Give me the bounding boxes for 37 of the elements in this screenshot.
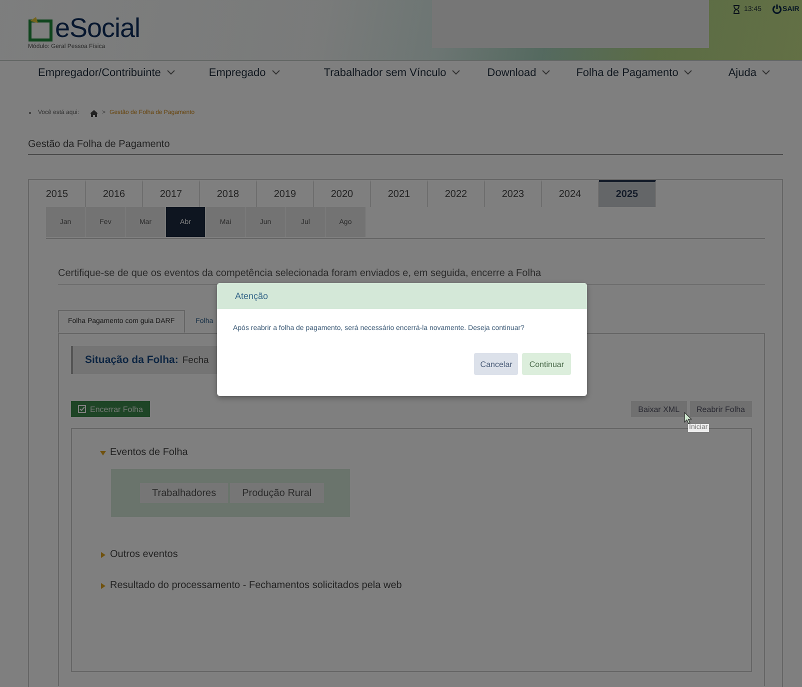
logo-text: eSocial (55, 15, 140, 42)
home-icon[interactable] (90, 110, 98, 116)
action-button[interactable]: Reabrir Folha (690, 401, 752, 417)
action-button[interactable]: Baixar XML (631, 401, 687, 417)
chevron-down-icon (542, 70, 550, 75)
dialog-title: Atenção (235, 291, 268, 301)
year-tab[interactable]: 2023 (485, 180, 542, 207)
checkbox-icon (78, 405, 86, 413)
section-toggle[interactable]: Resultado do processamento - Fechamentos solicitados pela web (100, 580, 402, 591)
chevron-down-icon (762, 70, 770, 75)
nav-menu-item[interactable]: Trabalhador sem Vínculo (324, 66, 460, 78)
year-tab[interactable]: 2021 (371, 180, 428, 207)
chevron-down-icon (684, 70, 692, 75)
cursor-icon (684, 412, 692, 424)
status-value: Fecha (182, 354, 209, 366)
dialog-button[interactable]: Cancelar (474, 353, 518, 375)
chevron-down-icon (166, 70, 175, 75)
section-toggle[interactable]: Eventos de Folha (100, 447, 188, 458)
chevron-down-icon (452, 70, 460, 75)
nav-menu-item[interactable]: Folha de Pagamento (576, 66, 692, 78)
section-toggle[interactable]: Outros eventos (100, 549, 178, 560)
nav-menu-item[interactable]: Empregador/Contribuinte (38, 66, 175, 78)
year-tab[interactable]: 2022 (428, 180, 485, 207)
status-label: Situação da Folha: (85, 354, 178, 366)
event-button[interactable]: Trabalhadores (140, 483, 228, 503)
event-button[interactable]: Produção Rural (230, 483, 324, 503)
dialog-button[interactable]: Continuar (522, 353, 571, 375)
nav-menu-item[interactable]: Download (487, 66, 550, 78)
hourglass-icon (733, 4, 740, 14)
nav-menu-item[interactable]: Empregado (208, 66, 280, 78)
power-icon (772, 4, 782, 14)
nav-menu-item[interactable]: Ajuda (728, 66, 770, 78)
close-payroll-button[interactable]: Encerrar Folha (71, 401, 150, 417)
year-tab[interactable]: 2025 (599, 180, 656, 207)
logo-icon (28, 17, 54, 42)
page-title: Gestão da Folha de Pagamento (28, 139, 783, 155)
chevron-down-icon (272, 70, 280, 75)
